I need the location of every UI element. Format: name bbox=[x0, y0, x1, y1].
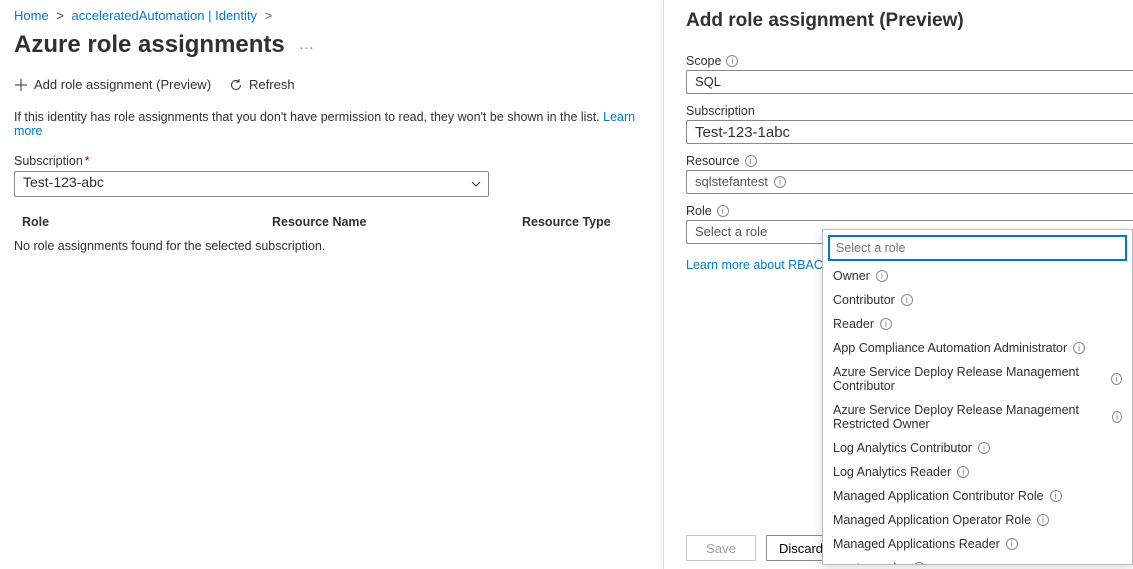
role-option[interactable]: Contributori bbox=[823, 288, 1132, 312]
info-icon[interactable]: i bbox=[957, 466, 969, 478]
breadcrumb-identity[interactable]: acceleratedAutomation | Identity bbox=[72, 8, 258, 23]
table-empty-message: No role assignments found for the select… bbox=[14, 239, 646, 253]
col-resource-name: Resource Name bbox=[272, 215, 522, 229]
info-icon[interactable]: i bbox=[901, 294, 913, 306]
info-icon[interactable]: i bbox=[880, 318, 892, 330]
info-icon[interactable]: i bbox=[774, 176, 786, 188]
learn-rbac-link[interactable]: Learn more about RBAC bbox=[686, 258, 823, 272]
info-icon[interactable]: i bbox=[1037, 514, 1049, 526]
role-option[interactable]: Managed Applications Readeri bbox=[823, 532, 1132, 556]
subscription-label: Subscription* bbox=[14, 154, 646, 168]
info-icon[interactable]: i bbox=[1111, 373, 1122, 385]
role-option[interactable]: Azure Service Deploy Release Management … bbox=[823, 398, 1132, 436]
info-icon[interactable]: i bbox=[745, 155, 757, 167]
info-icon[interactable]: i bbox=[876, 270, 888, 282]
refresh-button[interactable]: Refresh bbox=[229, 77, 295, 92]
scope-select[interactable]: SQL bbox=[686, 70, 1133, 94]
info-icon[interactable]: i bbox=[978, 442, 990, 454]
role-option[interactable]: Owneri bbox=[823, 264, 1132, 288]
refresh-label: Refresh bbox=[249, 77, 295, 92]
role-option[interactable]: Azure Service Deploy Release Management … bbox=[823, 360, 1132, 398]
breadcrumb: Home > acceleratedAutomation | Identity … bbox=[14, 8, 646, 23]
add-role-assignment-button[interactable]: Add role assignment (Preview) bbox=[14, 77, 211, 92]
col-role: Role bbox=[22, 215, 272, 229]
resource-label: Resourcei bbox=[686, 154, 1133, 168]
role-option[interactable]: masterreaderi bbox=[823, 556, 1132, 564]
chevron-right-icon: > bbox=[265, 8, 273, 23]
panel-title: Add role assignment (Preview) bbox=[686, 10, 1133, 32]
col-resource-type: Resource Type bbox=[522, 215, 638, 229]
role-option[interactable]: Managed Application Contributor Rolei bbox=[823, 484, 1132, 508]
role-option[interactable]: Managed Application Operator Rolei bbox=[823, 508, 1132, 532]
main-panel: Home > acceleratedAutomation | Identity … bbox=[0, 0, 660, 261]
role-option[interactable]: Log Analytics Contributori bbox=[823, 436, 1132, 460]
resource-select[interactable]: sqlstefantest i bbox=[686, 170, 1133, 194]
toolbar: Add role assignment (Preview) Refresh bbox=[14, 77, 646, 92]
breadcrumb-home[interactable]: Home bbox=[14, 8, 49, 23]
subscription-select[interactable]: Test-123-abc bbox=[14, 171, 489, 197]
more-icon[interactable]: … bbox=[298, 36, 314, 53]
info-icon[interactable]: i bbox=[1050, 490, 1062, 502]
role-label: Rolei bbox=[686, 204, 1133, 218]
info-text: If this identity has role assignments th… bbox=[14, 110, 646, 138]
chevron-down-icon bbox=[470, 178, 482, 190]
page-title: Azure role assignments bbox=[14, 31, 285, 59]
table-header: Role Resource Name Resource Type bbox=[14, 211, 646, 233]
role-option[interactable]: Log Analytics Readeri bbox=[823, 460, 1132, 484]
info-icon[interactable]: i bbox=[1112, 411, 1122, 423]
chevron-right-icon: > bbox=[56, 8, 64, 23]
info-icon[interactable]: i bbox=[726, 55, 738, 67]
role-option[interactable]: Readeri bbox=[823, 312, 1132, 336]
panel-subscription-label: Subscription bbox=[686, 104, 1133, 118]
subscription-value: Test-123-abc bbox=[23, 174, 104, 190]
panel-subscription-select[interactable]: Test-123-1abc bbox=[686, 120, 1133, 144]
info-icon[interactable]: i bbox=[1006, 538, 1018, 550]
scope-label: Scopei bbox=[686, 54, 1133, 68]
save-button: Save bbox=[686, 535, 756, 561]
role-list: OwneriContributoriReaderiApp Compliance … bbox=[823, 264, 1132, 564]
panel-footer: Save Discard bbox=[686, 535, 836, 561]
role-dropdown: OwneriContributoriReaderiApp Compliance … bbox=[822, 229, 1133, 565]
info-icon[interactable]: i bbox=[717, 205, 729, 217]
info-icon[interactable]: i bbox=[913, 562, 925, 564]
role-search-input[interactable] bbox=[829, 236, 1126, 260]
plus-icon bbox=[14, 78, 28, 92]
refresh-icon bbox=[229, 78, 243, 92]
info-icon[interactable]: i bbox=[1073, 342, 1085, 354]
add-label: Add role assignment (Preview) bbox=[34, 77, 211, 92]
role-option[interactable]: App Compliance Automation Administratori bbox=[823, 336, 1132, 360]
